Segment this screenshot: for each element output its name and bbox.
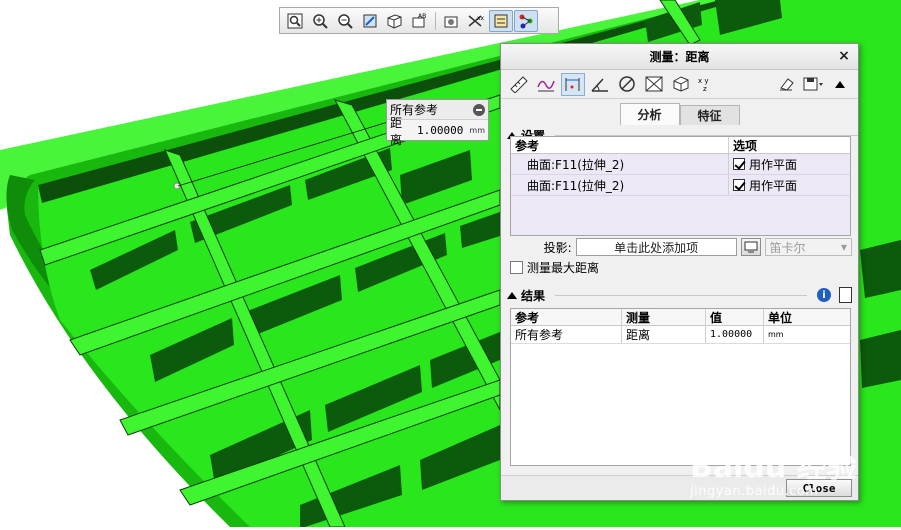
projection-label: 投影: (543, 240, 572, 255)
tab-bar: 分析 特征 (501, 103, 858, 125)
close-icon[interactable]: × (836, 48, 852, 64)
measurement-readout[interactable]: 所有参考 距离 1.00000 mm (386, 99, 489, 147)
option-cell[interactable]: 用作平面 (729, 175, 850, 195)
option-label: 用作平面 (749, 157, 798, 172)
column-header-reference: 参考 (511, 309, 622, 325)
svg-text:AB: AB (418, 13, 426, 20)
view-toolbar: AB xx (279, 7, 559, 34)
spin-center-icon[interactable] (514, 9, 538, 32)
table-header: 参考 选项 (511, 137, 850, 154)
max-distance-option[interactable]: 测量最大距离 (510, 259, 599, 276)
view-orient-icon[interactable] (383, 10, 407, 32)
result-reference-cell[interactable]: 所有参考 (511, 326, 622, 343)
repaint-icon[interactable] (358, 10, 382, 32)
minimize-icon[interactable] (473, 103, 485, 116)
volume-icon[interactable] (669, 73, 693, 96)
toolbar-separator (435, 11, 436, 30)
collapse-icon (507, 291, 517, 299)
result-unit-cell[interactable]: mm (764, 326, 850, 343)
saved-views-icon[interactable]: AB (408, 10, 432, 32)
length-icon[interactable] (507, 73, 531, 96)
save-icon[interactable] (801, 73, 825, 96)
tab-analysis[interactable]: 分析 (619, 103, 680, 125)
transform-icon[interactable]: x yz (696, 73, 720, 96)
annotation-display-icon[interactable] (489, 9, 513, 32)
use-as-plane-checkbox[interactable] (733, 179, 745, 191)
measure-dialog: 测量：距离 × x yz 分析 特征 设置 参考 选项 曲面:F11(拉伸_2) (500, 43, 859, 501)
zoom-in-icon[interactable] (308, 10, 332, 32)
diameter-icon[interactable] (615, 73, 639, 96)
column-header-unit: 单位 (768, 310, 793, 325)
table-row[interactable]: 曲面:F11(拉伸_2) 用作平面 (511, 154, 850, 175)
svg-text:xx: xx (477, 15, 485, 22)
display-style-icon[interactable] (439, 10, 463, 32)
curve-length-icon[interactable] (534, 73, 558, 96)
projection-input[interactable]: 单击此处添加项 (575, 238, 737, 256)
info-icon[interactable]: i (817, 288, 831, 302)
table-row[interactable]: 所有参考 距离 1.00000 mm (511, 326, 850, 344)
option-cell[interactable]: 用作平面 (729, 154, 850, 174)
use-as-plane-checkbox[interactable] (733, 158, 745, 170)
option-label: 用作平面 (749, 178, 798, 193)
svg-text:x y: x y (698, 77, 709, 85)
results-section-label: 结果 (521, 288, 546, 303)
column-header-reference: 参考 (511, 137, 729, 153)
tab-feature[interactable]: 特征 (679, 105, 740, 125)
close-button[interactable]: Close (786, 479, 852, 497)
column-header-measure: 测量 (622, 309, 706, 325)
chevron-down-icon: ▾ (840, 240, 848, 254)
pick-icon[interactable] (740, 238, 761, 256)
projection-row: 投影: 单击此处添加项 笛卡尔 ▾ (510, 238, 853, 256)
column-header-value: 值 (706, 309, 764, 325)
area-icon[interactable] (642, 73, 666, 96)
settings-table: 参考 选项 曲面:F11(拉伸_2) 用作平面 曲面:F11(拉伸_2) 用作平… (510, 136, 851, 236)
reference-cell[interactable]: 曲面:F11(拉伸_2) (511, 154, 729, 174)
column-header-option: 选项 (733, 138, 758, 153)
distance-icon[interactable] (561, 72, 585, 96)
table-row[interactable]: 曲面:F11(拉伸_2) 用作平面 (511, 175, 850, 196)
coord-system-value: 笛卡尔 (769, 240, 806, 255)
angle-icon[interactable] (588, 73, 612, 96)
svg-text:z: z (703, 85, 707, 93)
dialog-footer: Close (501, 475, 858, 500)
measure-toolbar: x yz (501, 70, 858, 99)
results-section-header[interactable]: 结果 i (501, 287, 860, 303)
table-header: 参考 测量 值 单位 (511, 309, 850, 326)
zoom-fit-icon[interactable] (283, 10, 307, 32)
collapse-toolbar-icon[interactable] (828, 73, 852, 96)
sheet-icon[interactable] (839, 287, 852, 303)
dialog-title: 测量：距离 (649, 50, 710, 64)
results-table: 参考 测量 值 单位 所有参考 距离 1.00000 mm (510, 308, 851, 466)
dialog-titlebar[interactable]: 测量：距离 × (501, 44, 858, 70)
readout-value: 1.00000 (417, 124, 464, 137)
eraser-icon[interactable] (774, 73, 798, 96)
datum-display-icon[interactable]: xx (464, 10, 488, 32)
result-value-cell[interactable]: 1.00000 (706, 326, 764, 343)
result-measure-cell[interactable]: 距离 (622, 326, 706, 343)
max-distance-label: 测量最大距离 (527, 261, 600, 275)
divider (555, 294, 807, 296)
max-distance-checkbox[interactable] (510, 261, 523, 274)
readout-label: 距离 (390, 115, 403, 147)
coord-system-select: 笛卡尔 ▾ (764, 238, 853, 256)
readout-unit: mm (469, 126, 485, 135)
reference-cell[interactable]: 曲面:F11(拉伸_2) (511, 175, 729, 195)
zoom-out-icon[interactable] (333, 10, 357, 32)
